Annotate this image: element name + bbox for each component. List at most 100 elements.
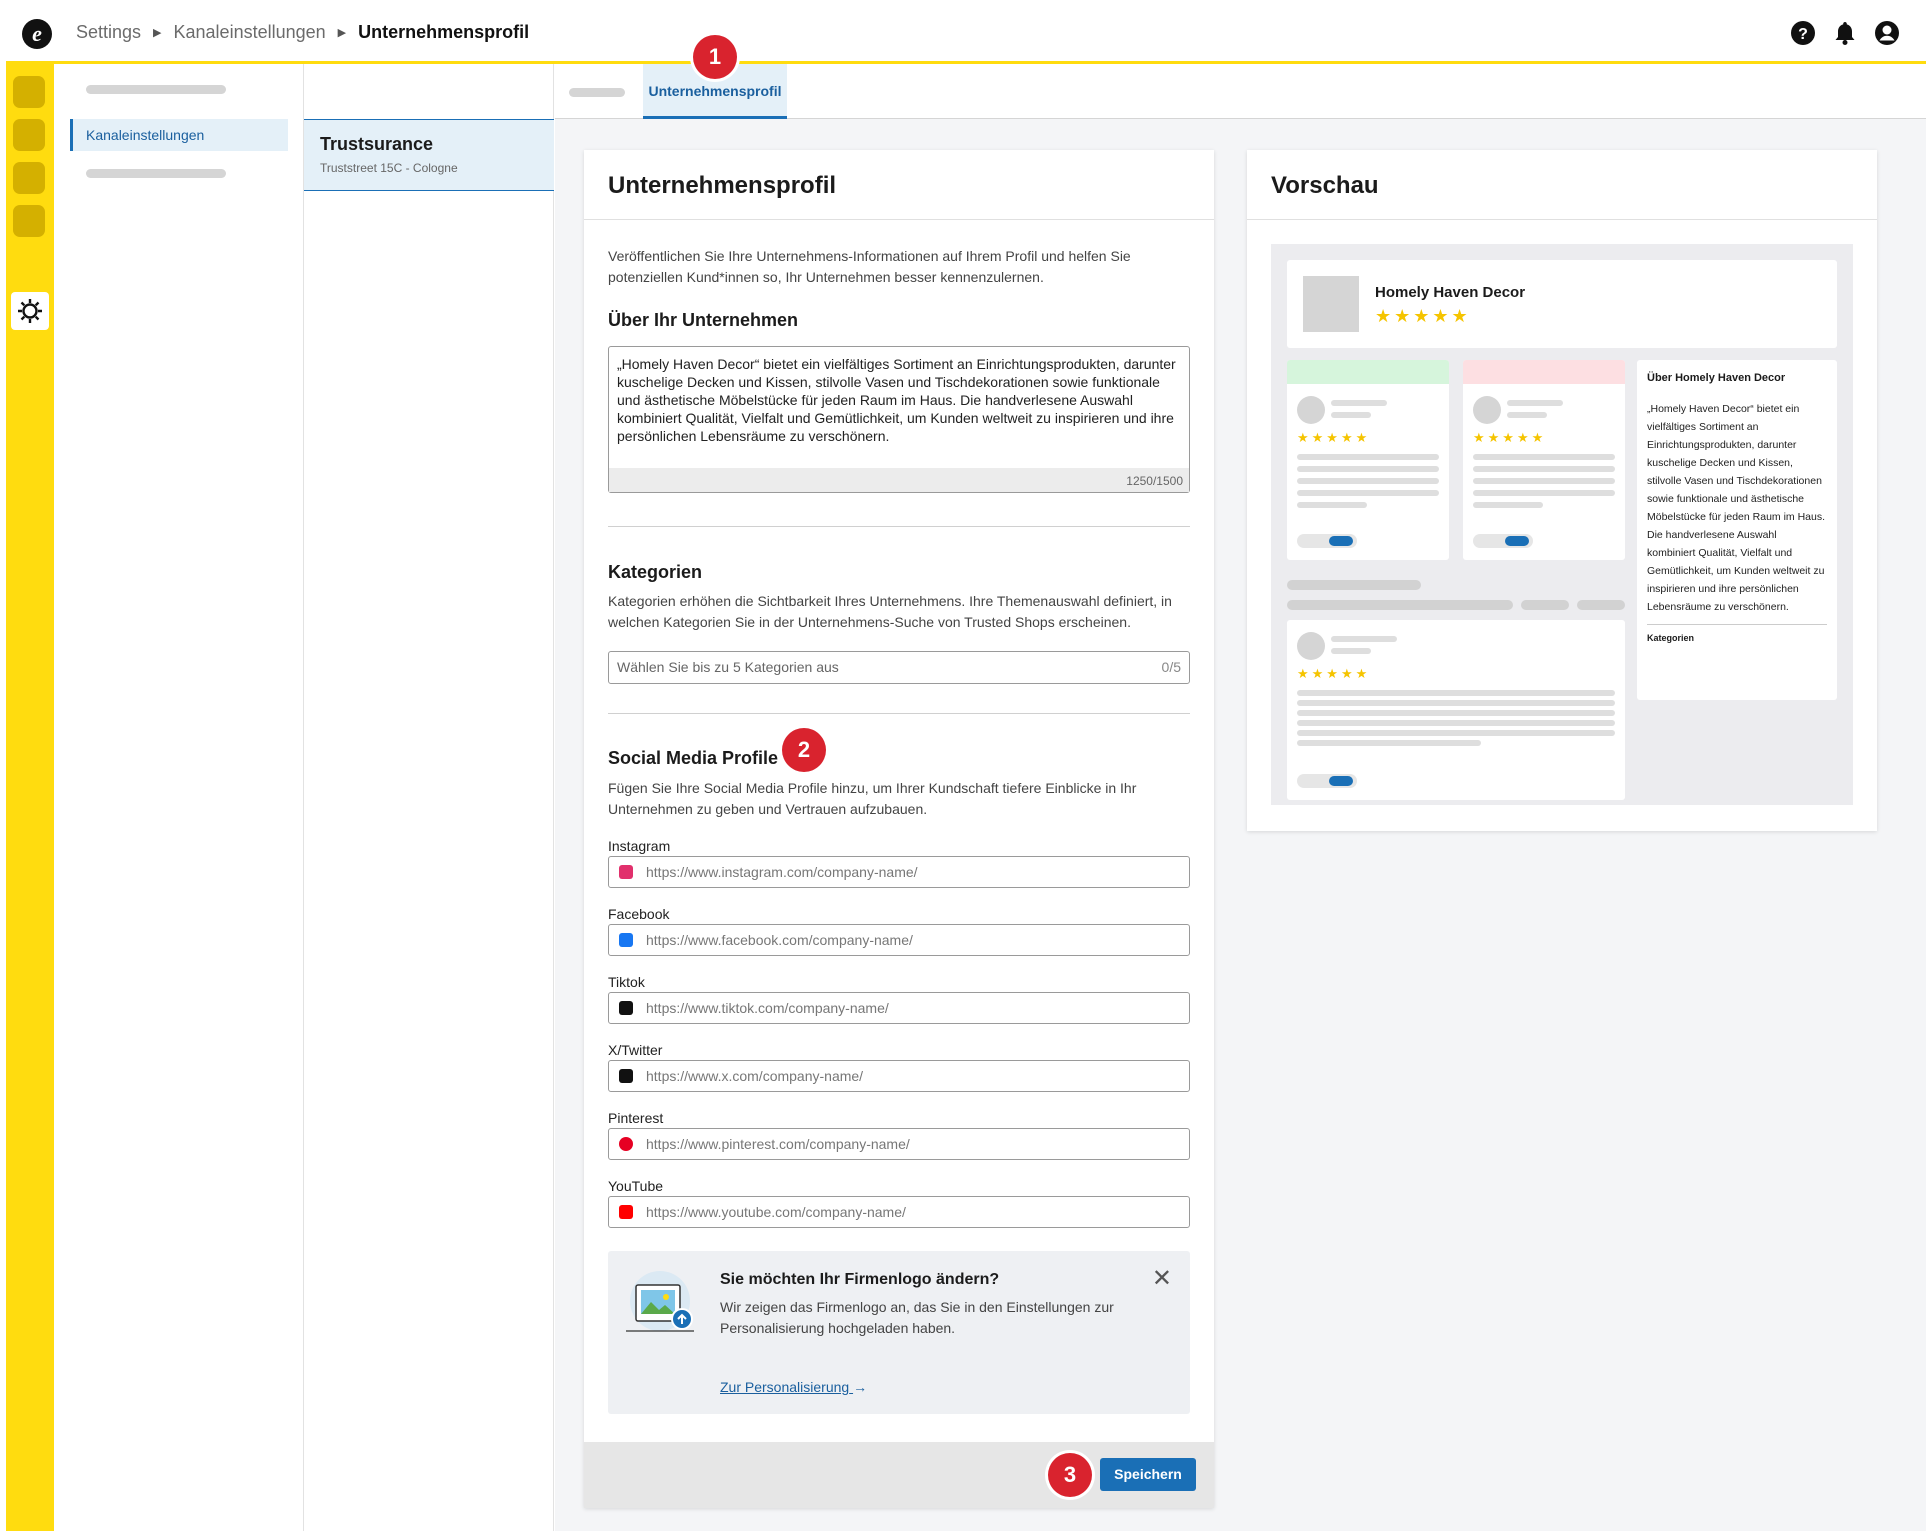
preview-line [1473, 502, 1543, 508]
preview-review-stars: ★★★★★ [1473, 430, 1547, 445]
etrusted-logo-icon[interactable]: e [22, 19, 52, 49]
save-button[interactable]: Speichern [1100, 1458, 1196, 1491]
youtube-icon [619, 1205, 633, 1219]
nav-item-placeholder[interactable] [86, 169, 226, 178]
intro-text: Veröffentlichen Sie Ihre Unternehmens-In… [608, 248, 1131, 285]
about-text: „Homely Haven Decor“ bietet ein vielfält… [617, 356, 1176, 444]
rail-app-icon[interactable] [13, 76, 45, 108]
breadcrumb: Settings ▶ Kanaleinstellungen ▶ Unterneh… [76, 22, 529, 43]
divider [608, 526, 1190, 527]
nav-item-placeholder[interactable] [86, 85, 226, 94]
preview-rating-stars: ★★★★★ [1375, 306, 1471, 326]
preview-about-text: „Homely Haven Decor“ bietet ein vielfält… [1647, 403, 1825, 613]
breadcrumb-settings[interactable]: Settings [76, 22, 141, 43]
personalization-link[interactable]: Zur Personalisierung → [720, 1379, 867, 1395]
facebook-input[interactable]: https://www.facebook.com/company-name/ [608, 924, 1190, 956]
preview-line [1521, 600, 1569, 610]
preview-line [1473, 478, 1615, 484]
preview-avatar [1297, 396, 1325, 424]
social-description: Fügen Sie Ihre Social Media Profile hinz… [608, 780, 1137, 817]
instagram-placeholder: https://www.instagram.com/company-name/ [646, 864, 918, 880]
preview-avatar [1297, 632, 1325, 660]
tiktok-icon [619, 1001, 633, 1015]
preview-logo-placeholder [1303, 276, 1359, 332]
settings-gear-icon[interactable] [11, 292, 49, 330]
preview-line [1473, 490, 1615, 496]
preview-line [1507, 400, 1563, 406]
pinterest-label: Pinterest [608, 1110, 664, 1126]
about-heading: Über Ihr Unternehmen [608, 310, 799, 330]
svg-text:?: ? [1798, 26, 1808, 43]
channel-list: Trustsurance Truststreet 15C - Cologne [304, 64, 554, 1531]
app-rail [6, 64, 54, 1531]
instagram-input[interactable]: https://www.instagram.com/company-name/ [608, 856, 1190, 888]
rail-app-icon[interactable] [13, 119, 45, 151]
preview-review-stars: ★★★★★ [1297, 666, 1371, 681]
divider [608, 713, 1190, 714]
preview-review-negative-bar [1463, 360, 1625, 384]
user-account-icon[interactable] [1874, 20, 1900, 46]
main-content: Unternehmensprofil 1 Unternehmensprofil … [555, 35, 1926, 1531]
app-window: e Settings ▶ Kanaleinstellungen ▶ Untern… [6, 4, 1926, 1531]
rail-app-icon[interactable] [13, 162, 45, 194]
rail-app-icon[interactable] [13, 205, 45, 237]
about-textarea[interactable]: „Homely Haven Decor“ bietet ein vielfält… [608, 346, 1190, 493]
preview-toggle [1297, 774, 1357, 788]
preview-line [1331, 400, 1387, 406]
notifications-bell-icon[interactable] [1832, 20, 1858, 46]
facebook-placeholder: https://www.facebook.com/company-name/ [646, 932, 913, 948]
preview-card: Vorschau Homely Haven Decor ★★★★★ ★★★★★ [1247, 150, 1877, 831]
youtube-input[interactable]: https://www.youtube.com/company-name/ [608, 1196, 1190, 1228]
preview-line [1331, 636, 1397, 642]
preview-company-name: Homely Haven Decor [1375, 284, 1526, 301]
preview-line [1297, 466, 1439, 472]
preview-line [1297, 710, 1615, 716]
personalization-link-label: Zur Personalisierung [720, 1379, 850, 1395]
x-twitter-placeholder: https://www.x.com/company-name/ [646, 1068, 864, 1084]
preview-line [1297, 478, 1439, 484]
tiktok-placeholder: https://www.tiktok.com/company-name/ [646, 1000, 889, 1016]
company-profile-card: Unternehmensprofil Veröffentlichen Sie I… [584, 150, 1214, 1508]
preview-line [1297, 730, 1615, 736]
about-char-count: 1250/1500 [609, 468, 1189, 492]
card-title: Unternehmensprofil [584, 150, 1214, 220]
preview-line [1297, 490, 1439, 496]
preview-line [1287, 600, 1513, 610]
preview-line [1297, 740, 1481, 746]
x-twitter-label: X/Twitter [608, 1042, 663, 1058]
channel-address: Truststreet 15C - Cologne [320, 161, 458, 175]
breadcrumb-separator-icon: ▶ [153, 27, 162, 39]
instagram-label: Instagram [608, 838, 671, 854]
breadcrumb-separator-icon: ▶ [337, 27, 347, 39]
preview-review-positive-bar [1287, 360, 1449, 384]
preview-avatar [1473, 396, 1501, 424]
facebook-icon [619, 933, 633, 947]
breadcrumb-current: Unternehmensprofil [358, 22, 530, 42]
breadcrumb-kanaleinstellungen[interactable]: Kanaleinstellungen [174, 22, 326, 43]
youtube-placeholder: https://www.youtube.com/company-name/ [646, 1204, 906, 1220]
preview-review-stars: ★★★★★ [1297, 430, 1371, 445]
tab-placeholder[interactable] [569, 88, 625, 97]
logo-notice: Sie möchten Ihr Firmenlogo ändern? Wir z… [608, 1251, 1190, 1414]
nav-item-kanaleinstellungen[interactable]: Kanaleinstellungen [70, 119, 288, 151]
preview-line [1297, 700, 1615, 706]
x-twitter-input[interactable]: https://www.x.com/company-name/ [608, 1060, 1190, 1092]
channel-item-trustsurance[interactable]: Trustsurance Truststreet 15C - Cologne [304, 119, 554, 191]
instagram-icon [619, 865, 633, 879]
preview-line [1297, 454, 1439, 460]
preview-line [1297, 720, 1615, 726]
x-icon [619, 1069, 633, 1083]
card-footer: 3 Speichern [584, 1442, 1214, 1508]
preview-categories-label: Kategorien [1647, 624, 1827, 643]
categories-select[interactable]: Wählen Sie bis zu 5 Kategorien aus 0/5 [608, 651, 1190, 684]
preview-line [1577, 600, 1625, 610]
close-icon[interactable]: ✕ [1152, 1267, 1172, 1291]
pinterest-icon [619, 1137, 633, 1151]
categories-placeholder: Wählen Sie bis zu 5 Kategorien aus [617, 659, 839, 675]
top-bar: e Settings ▶ Kanaleinstellungen ▶ Untern… [6, 4, 1926, 64]
help-icon[interactable]: ? [1790, 20, 1816, 46]
preview-line [1297, 502, 1367, 508]
pinterest-input[interactable]: https://www.pinterest.com/company-name/ [608, 1128, 1190, 1160]
preview-line [1287, 580, 1421, 590]
tiktok-input[interactable]: https://www.tiktok.com/company-name/ [608, 992, 1190, 1024]
